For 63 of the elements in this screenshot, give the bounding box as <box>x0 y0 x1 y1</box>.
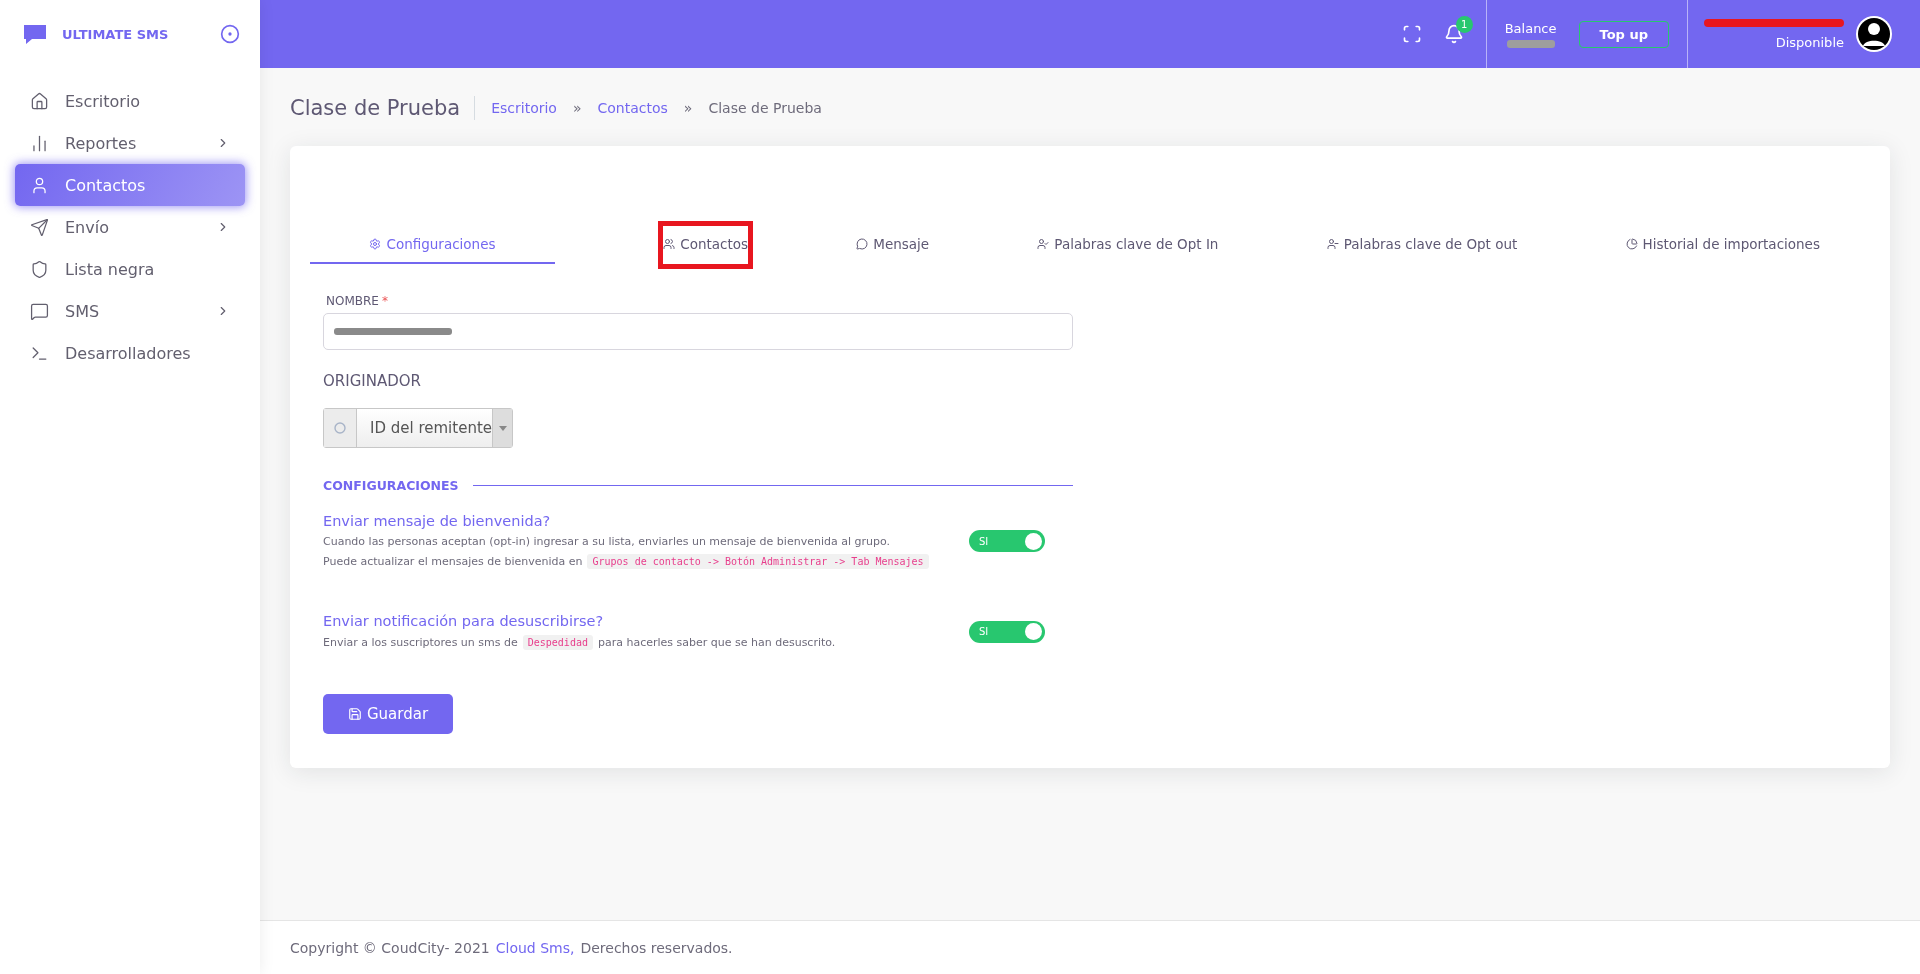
home-icon <box>30 91 49 111</box>
sidebar-item[interactable]: SMS <box>15 290 245 332</box>
code-tag: Despedidad <box>522 635 593 650</box>
tab[interactable]: Configuraciones <box>310 226 555 264</box>
radio-icon[interactable] <box>334 422 346 434</box>
required-mark: * <box>381 294 388 308</box>
setting-description: Cuando las personas aceptan (opt-in) ingresar a su lista, enviarles un mensaje de bienvenida al grupo. <box>323 535 890 548</box>
send-icon <box>30 217 49 237</box>
brand-name: ULTIMATE SMS <box>62 26 170 42</box>
tab[interactable]: Mensaje <box>856 226 930 264</box>
avatar-icon[interactable] <box>1856 16 1892 52</box>
copyright-text: Copyright © CoudCity- 2021 <box>290 939 490 956</box>
chat-bubble-icon <box>856 238 869 250</box>
bar-chart-icon <box>30 133 49 153</box>
footer-link[interactable]: Cloud Sms, <box>495 939 575 956</box>
sidebar-item[interactable]: Escritorio <box>15 80 245 122</box>
user-icon <box>30 175 49 195</box>
tab[interactable]: Contactos <box>663 226 749 264</box>
bell-icon[interactable] <box>1443 24 1464 44</box>
chat-icon <box>30 301 49 321</box>
select-field[interactable]: ID del remitente <box>323 408 513 448</box>
tab[interactable]: Historial de importaciones <box>1625 226 1820 264</box>
settings-icon <box>369 238 382 250</box>
caret-icon <box>498 425 507 431</box>
input-field[interactable] <box>323 313 1073 350</box>
sidebar-item[interactable]: Desarrolladores <box>15 332 245 374</box>
rights-text: Derechos reservados. <box>580 939 733 956</box>
sidebar-item[interactable]: Reportes <box>15 122 245 164</box>
setting-description: para hacerles saber que se han desuscrito. <box>597 636 836 649</box>
tab[interactable]: Palabras clave de Opt out <box>1326 226 1518 264</box>
shield-icon <box>30 259 49 279</box>
field-label: NOMBRE <box>326 294 379 308</box>
redaction-mark <box>1506 39 1555 48</box>
field-label: ORIGINADOR <box>323 372 422 390</box>
save-button[interactable]: Guardar <box>323 694 453 734</box>
breadcrumb-link[interactable]: Escritorio <box>491 100 557 116</box>
user-check-icon <box>1037 238 1050 250</box>
sidebar-toggle-icon[interactable] <box>220 24 240 44</box>
breadcrumb-separator: » <box>683 100 693 116</box>
setting-title: Enviar notificación para desuscribirse? <box>323 613 605 629</box>
tab[interactable]: Palabras clave de Opt In <box>1037 226 1219 264</box>
breadcrumb-current: Clase de Prueba <box>708 100 822 116</box>
balance-label: Balance <box>1504 20 1557 36</box>
sidebar-item[interactable]: Contactos <box>15 164 245 206</box>
users-icon <box>663 238 676 250</box>
breadcrumb-separator: » <box>572 100 582 116</box>
fullscreen-icon[interactable] <box>1401 24 1422 44</box>
notification-badge: 1 <box>1455 16 1473 33</box>
user-minus-icon <box>1326 238 1339 250</box>
page-title: Clase de Prueba <box>290 96 476 120</box>
setting-description: Puede actualizar el mensajes de bienvenida en <box>323 555 583 568</box>
section-title: CONFIGURACIONES <box>323 478 459 493</box>
code-tag: Grupos de contacto -> Botón Administrar -> Tab Mensajes <box>587 554 929 569</box>
breadcrumb-link[interactable]: Contactos <box>597 100 668 116</box>
save-icon <box>347 707 362 721</box>
user-status: Disponible <box>1775 34 1844 50</box>
pie-chart-icon <box>1625 238 1638 250</box>
setting-title: Enviar mensaje de bienvenida? <box>323 513 552 529</box>
sidebar-item[interactable]: Envío <box>15 206 245 248</box>
top-up-button[interactable]: Top up <box>1578 20 1669 48</box>
chat-logo-icon <box>22 23 48 45</box>
setting-description: Enviar a los suscriptores un sms de <box>323 636 518 649</box>
sidebar-item[interactable]: Lista negra <box>15 248 245 290</box>
